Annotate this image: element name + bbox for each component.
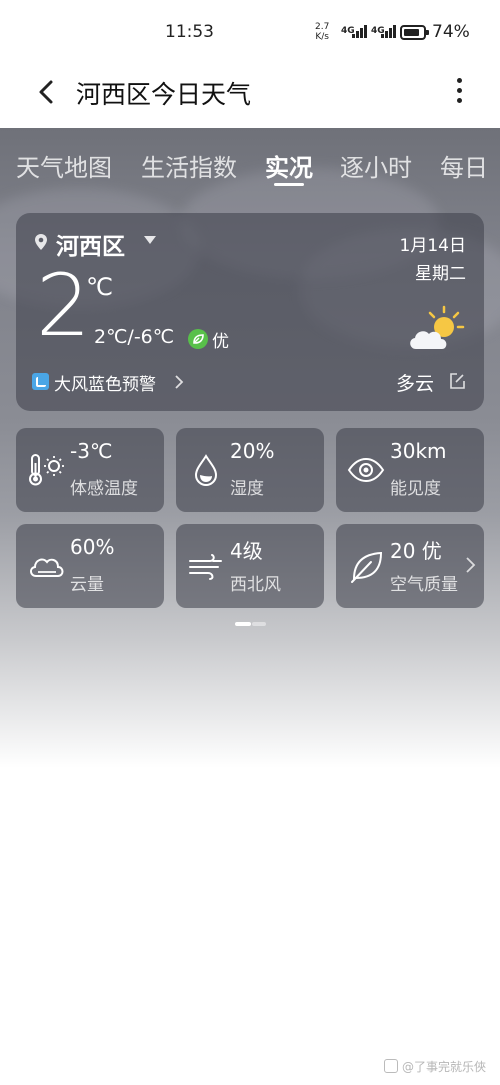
status-bar: 11:53 2.7 K/s 4G 4G 74%	[0, 0, 500, 60]
temperature-unit: ℃	[86, 273, 113, 301]
chevron-right-icon[interactable]	[464, 556, 476, 574]
tab-current[interactable]: 实况	[265, 148, 313, 183]
location-dropdown-icon[interactable]	[144, 236, 156, 244]
cloud-icon	[30, 558, 64, 577]
active-tab-indicator	[274, 183, 304, 186]
network-speed-value: 2.7	[315, 22, 330, 32]
watermark: @了事完就乐俠	[383, 1058, 486, 1075]
battery-icon	[400, 25, 429, 40]
weather-warning-link[interactable]: 大风蓝色预警	[54, 370, 156, 395]
humidity-value: 20%	[230, 439, 275, 463]
app-header: 河西区今日天气	[0, 60, 500, 128]
aqi-label: 优	[212, 332, 229, 352]
aqi-leaf-icon	[188, 329, 208, 349]
leaf-icon	[351, 551, 383, 583]
weather-panel: 天气地图 生活指数 实况 逐小时 每日 河西区 1月14日 星期二 2 ℃ 2℃…	[0, 128, 500, 768]
humidity-label: 湿度	[230, 479, 264, 499]
watermark-text: @了事完就乐俠	[401, 1060, 486, 1074]
more-vertical-icon[interactable]	[448, 74, 470, 110]
feels-like-tile[interactable]: -3℃ 体感温度	[16, 428, 164, 512]
cloud-cover-tile[interactable]: 60% 云量	[16, 524, 164, 608]
visibility-tile[interactable]: 30km 能见度	[336, 428, 484, 512]
visibility-value: 30km	[390, 439, 447, 463]
network-speed: 2.7 K/s	[315, 22, 329, 42]
tab-hourly[interactable]: 逐小时	[340, 148, 412, 183]
location-pin-icon	[35, 234, 47, 250]
tab-daily[interactable]: 每日	[440, 148, 488, 183]
status-time: 11:53	[165, 22, 214, 42]
temperature-range: 2℃/-6℃	[94, 326, 175, 348]
partly-cloudy-icon	[410, 305, 465, 349]
thermometer-sun-icon	[29, 454, 64, 486]
tab-weather-map[interactable]: 天气地图	[16, 148, 112, 183]
cloud-cover-label: 云量	[70, 575, 104, 595]
weather-condition: 多云	[395, 373, 434, 395]
page-indicator	[235, 622, 267, 626]
current-temperature: 2	[36, 256, 91, 356]
air-quality-tile[interactable]: 20 优 空气质量	[336, 524, 484, 608]
chevron-left-icon[interactable]	[34, 78, 62, 106]
tab-bar: 天气地图 生活指数 实况 逐小时 每日	[0, 148, 500, 188]
battery-level: 74%	[432, 22, 470, 42]
air-quality-label: 空气质量	[390, 575, 458, 595]
tab-life-index[interactable]: 生活指数	[141, 148, 237, 183]
current-weather-card: 河西区 1月14日 星期二 2 ℃ 2℃/-6℃ 优 大风蓝色预警 多云	[16, 213, 484, 411]
wind-icon	[189, 554, 222, 580]
water-drop-icon	[194, 454, 218, 487]
current-date: 1月14日	[399, 236, 466, 256]
warning-icon	[32, 373, 49, 390]
wind-level-value: 4级	[230, 539, 263, 563]
feels-like-value: -3℃	[70, 439, 113, 463]
watermark-logo-icon	[383, 1059, 398, 1073]
page-dot	[252, 622, 266, 626]
wind-tile[interactable]: 4级 西北风	[176, 524, 324, 608]
feels-like-label: 体感温度	[70, 479, 138, 499]
visibility-label: 能见度	[390, 479, 441, 499]
cloud-cover-value: 60%	[70, 535, 115, 559]
wind-direction-label: 西北风	[230, 575, 281, 595]
signal-bars-1-icon	[352, 24, 370, 38]
share-edit-icon[interactable]	[448, 372, 466, 390]
page-dot-active	[235, 622, 251, 626]
signal-bars-2-icon	[381, 24, 399, 38]
current-weekday: 星期二	[415, 264, 466, 284]
chevron-right-icon[interactable]	[172, 374, 186, 390]
eye-icon	[347, 457, 385, 483]
air-quality-value: 20 优	[390, 539, 442, 563]
page-title: 河西区今日天气	[76, 80, 252, 109]
humidity-tile[interactable]: 20% 湿度	[176, 428, 324, 512]
network-speed-unit: K/s	[315, 32, 329, 42]
